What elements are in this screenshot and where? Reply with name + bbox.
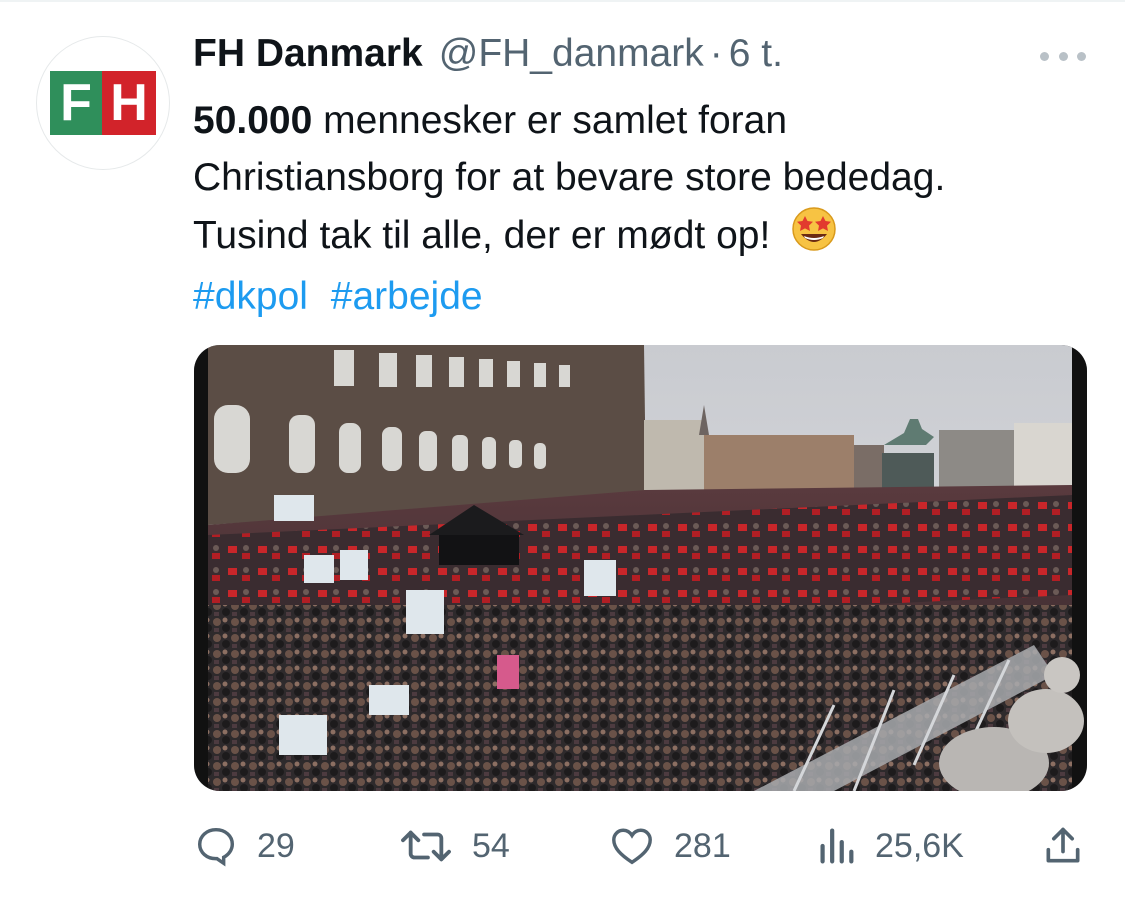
- crowd-photo-icon: [194, 345, 1087, 791]
- retweet-icon: [401, 830, 451, 862]
- star-struck-emoji-icon: [791, 206, 837, 268]
- share-icon: [1046, 827, 1080, 863]
- reply-button[interactable]: 29: [193, 818, 295, 874]
- tweet-actions: 29 54 281 25,6K: [193, 818, 1093, 874]
- author-handle[interactable]: @FH_danmark: [439, 32, 704, 76]
- tweet-text: 50.000 mennesker er samlet foran Christi…: [193, 92, 1103, 325]
- like-button[interactable]: 281: [608, 818, 731, 874]
- hashtag-arbejde[interactable]: #arbejde: [331, 275, 483, 318]
- views-icon: [820, 828, 854, 864]
- tweet-bold-number: 50.000: [193, 99, 313, 142]
- hashtag-dkpol[interactable]: #dkpol: [193, 275, 308, 318]
- tweet-line-2: Christiansborg for at bevare store beded…: [193, 156, 946, 199]
- logo-letter-h: H: [102, 71, 156, 135]
- retweet-count: 54: [472, 826, 510, 865]
- timestamp[interactable]: 6 t.: [729, 32, 783, 76]
- retweet-button[interactable]: 54: [398, 818, 510, 874]
- avatar[interactable]: F H: [36, 36, 170, 170]
- tweet-line-3: Tusind tak til alle, der er mødt op!: [193, 214, 771, 257]
- separator-dot: ·: [709, 32, 723, 75]
- share-button[interactable]: [1041, 818, 1103, 874]
- heart-icon: [612, 828, 652, 865]
- top-divider: [0, 0, 1125, 2]
- logo-letter-f: F: [50, 71, 102, 135]
- fh-logo-icon: F H: [50, 71, 156, 135]
- tweet-line-1: mennesker er samlet foran: [323, 99, 788, 142]
- more-options-icon[interactable]: [1040, 44, 1086, 68]
- tweet-photo[interactable]: [194, 345, 1087, 791]
- reply-count: 29: [257, 826, 295, 865]
- views-count: 25,6K: [875, 826, 964, 865]
- views-button[interactable]: 25,6K: [815, 818, 964, 874]
- reply-icon: [197, 827, 235, 867]
- tweet-header: FH Danmark @FH_danmark · 6 t.: [193, 32, 783, 82]
- like-count: 281: [674, 826, 731, 865]
- author-name[interactable]: FH Danmark: [193, 32, 423, 76]
